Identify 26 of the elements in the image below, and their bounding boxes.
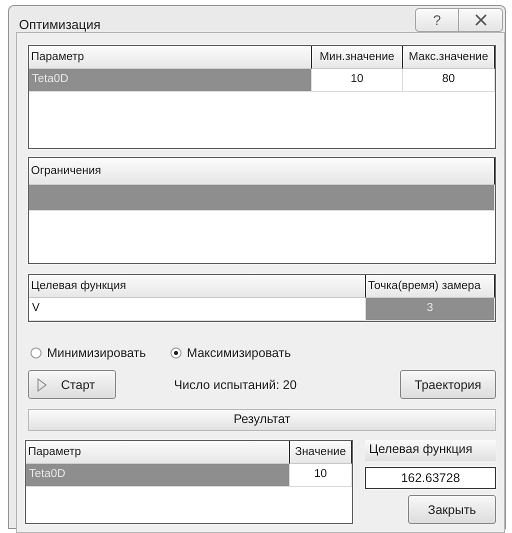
column-header[interactable]: Макс.значение bbox=[403, 46, 495, 69]
column-header[interactable]: Целевая функция bbox=[29, 275, 366, 298]
help-button[interactable]: ? bbox=[415, 8, 459, 32]
radio-option[interactable]: Минимизировать bbox=[30, 346, 146, 360]
table-cell[interactable]: 10 bbox=[312, 69, 403, 92]
trajectory-button[interactable]: Траектория bbox=[400, 370, 496, 399]
objective-value-field[interactable]: 162.63728 bbox=[365, 467, 496, 489]
window-title: Оптимизация bbox=[19, 17, 101, 32]
close-dialog-button[interactable]: Закрыть bbox=[408, 495, 496, 524]
column-header[interactable]: Параметр bbox=[26, 441, 290, 464]
start-button[interactable]: Старт bbox=[28, 370, 116, 399]
column-header[interactable]: Параметр bbox=[29, 46, 312, 69]
table-cell[interactable]: 10 bbox=[290, 464, 352, 487]
table-cell[interactable]: 80 bbox=[403, 69, 495, 92]
radio-option[interactable]: Максимизировать bbox=[170, 346, 291, 360]
column-header[interactable]: Ограничения bbox=[29, 158, 495, 185]
column-header[interactable]: Мин.значение bbox=[312, 46, 403, 69]
table-cell[interactable]: V bbox=[29, 298, 366, 321]
objective-label: Целевая функция bbox=[365, 440, 496, 461]
trials-count: Число испытаний: 20 bbox=[174, 378, 298, 392]
play-icon bbox=[37, 378, 47, 392]
result-header: Результат bbox=[28, 409, 496, 431]
close-button[interactable] bbox=[459, 8, 503, 32]
column-header[interactable]: Точка(время) замера bbox=[366, 275, 495, 298]
close-icon bbox=[474, 14, 488, 26]
column-header[interactable]: Значение bbox=[290, 441, 352, 464]
